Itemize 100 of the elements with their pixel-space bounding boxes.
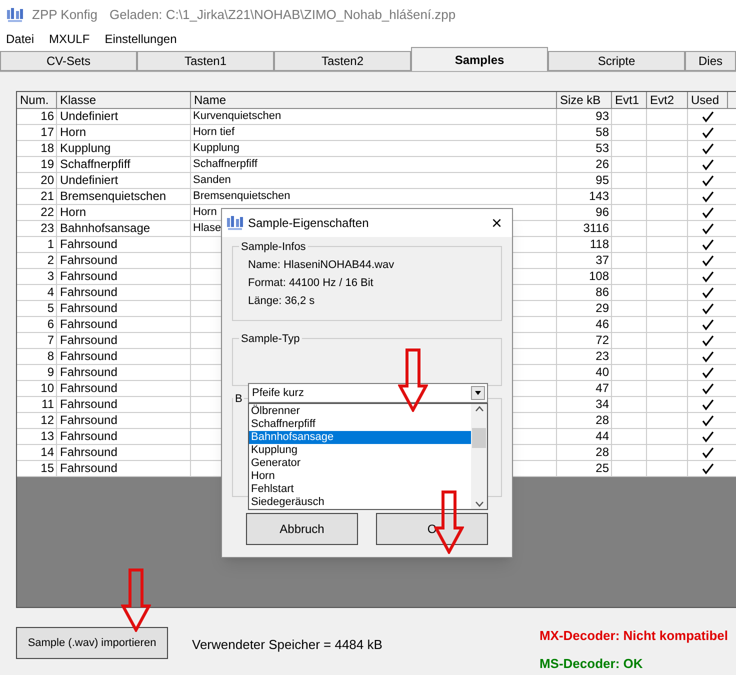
table-cell: Fahrsound [57, 397, 191, 412]
table-cell: 18 [17, 141, 57, 156]
table-cell: Fahrsound [57, 285, 191, 300]
table-cell: 19 [17, 157, 57, 172]
info-text: Name: HlaseniNOHAB44.wav [248, 258, 396, 273]
dropdown-caret-icon [471, 386, 485, 400]
table-cell: Bremsenquietschen [57, 189, 191, 204]
table-cell: Fahrsound [57, 445, 191, 460]
table-cell: 2 [17, 253, 57, 268]
table-cell: Fahrsound [57, 429, 191, 444]
dropdown-option[interactable]: Kupplung [249, 444, 471, 457]
tab[interactable]: Samples [411, 47, 548, 71]
table-cell: 40 [557, 365, 612, 380]
tab[interactable]: CV-Sets [0, 51, 137, 71]
table-cell: 53 [557, 141, 612, 156]
down-arrow-icon [398, 348, 428, 412]
table-cell: Horn [193, 206, 217, 218]
table-cell: 17 [17, 125, 57, 140]
table-cell: 118 [557, 237, 612, 252]
table-cell: Fahrsound [57, 333, 191, 348]
scroll-down-icon[interactable] [474, 501, 484, 507]
dialog-title: Sample-Eigenschaften [248, 215, 369, 232]
decoder-status-text: MS-Decoder: OK [539, 654, 644, 672]
table-cell: 9 [17, 365, 57, 380]
table-cell: Fahrsound [57, 269, 191, 284]
table-cell: Fahrsound [57, 349, 191, 364]
table-cell: 58 [557, 125, 612, 140]
table-cell: 16 [17, 109, 57, 124]
column-header[interactable]: Size kB [557, 92, 612, 108]
table-cell: Fahrsound [57, 381, 191, 396]
table-cell: 95 [557, 173, 612, 188]
table-cell: 93 [557, 109, 612, 124]
column-header[interactable]: Evt2 [647, 92, 688, 108]
app-logo-icon [6, 7, 24, 23]
table-cell: Undefiniert [57, 173, 191, 188]
column-header[interactable]: Num. [17, 92, 57, 108]
tab[interactable]: Tasten1 [137, 51, 274, 71]
table-cell: 26 [557, 157, 612, 172]
column-header[interactable]: Used [688, 92, 728, 108]
table-cell: 3116 [557, 221, 612, 236]
table-cell: Schaffnerpfiff [57, 157, 191, 172]
tab[interactable]: Scripte [548, 51, 685, 71]
table-cell: Fahrsound [57, 413, 191, 428]
table-cell: Kurvenquietschen [193, 110, 282, 122]
table-cell: 1 [17, 237, 57, 252]
table-cell: Hlase [193, 222, 222, 234]
table-cell: Fahrsound [57, 461, 191, 476]
table-cell: 47 [557, 381, 612, 396]
dropdown-option[interactable]: Bahnhofsansage [249, 431, 471, 444]
table-cell: Horn [57, 125, 191, 140]
dropdown-option[interactable]: Siedegeräusch [249, 496, 471, 509]
table-cell: 25 [557, 461, 612, 476]
table-cell: 12 [17, 413, 57, 428]
table-cell: Fahrsound [57, 301, 191, 316]
column-header[interactable]: Evt1 [612, 92, 647, 108]
dropdown-option[interactable]: Fehlstart [249, 483, 471, 496]
table-cell: 7 [17, 333, 57, 348]
table-cell: 15 [17, 461, 57, 476]
group-label: Sample-Infos [239, 239, 308, 256]
table-cell: 3 [17, 269, 57, 284]
table-cell: 72 [557, 333, 612, 348]
dropdown-option[interactable]: Horn [249, 470, 471, 483]
table-cell: 143 [557, 189, 612, 204]
table-cell: 22 [17, 205, 57, 220]
decoder-status-text: MX-Decoder: Nicht kompatibel [539, 627, 728, 645]
scrollbar[interactable] [471, 404, 487, 509]
table-cell: Fahrsound [57, 317, 191, 332]
dropdown-option[interactable]: Generator [249, 457, 471, 470]
table-cell: 20 [17, 173, 57, 188]
group-label: Sample-Typ [239, 331, 302, 348]
tab[interactable]: Dies [685, 51, 736, 71]
column-header[interactable]: Klasse [57, 92, 191, 108]
close-button[interactable]: × [491, 214, 502, 232]
table-cell: Kupplung [193, 142, 240, 154]
table-cell: Fahrsound [57, 253, 191, 268]
import-button[interactable]: Sample (.wav) importieren [16, 627, 168, 659]
table-cell: 44 [557, 429, 612, 444]
tab[interactable]: Tasten2 [274, 51, 411, 71]
scroll-up-icon[interactable] [474, 406, 484, 412]
table-cell: Schaffnerpfiff [193, 158, 258, 170]
type-dropdown[interactable]: Pfeife kurz [248, 383, 488, 403]
down-arrow-icon [434, 490, 464, 554]
table-cell: 23 [557, 349, 612, 364]
menu-item[interactable]: Datei [6, 30, 34, 48]
window-title: ZPP Konfig [32, 6, 98, 24]
info-text: Länge: 36,2 s [248, 294, 316, 309]
table-cell: 13 [17, 429, 57, 444]
dropdown-option[interactable]: Ölbrenner [249, 405, 471, 418]
menu-item[interactable]: MXULF [49, 30, 90, 48]
table-cell: Sanden [193, 174, 231, 186]
table-cell: 28 [557, 445, 612, 460]
column-header[interactable]: Name [191, 92, 557, 108]
scroll-thumb[interactable] [472, 428, 486, 448]
table-cell: 8 [17, 349, 57, 364]
dropdown-option[interactable]: Schaffnerpfiff [249, 418, 471, 431]
table-cell: 10 [17, 381, 57, 396]
dialog-button[interactable]: Abbruch [246, 513, 358, 545]
down-arrow-icon [121, 568, 151, 632]
menu-item[interactable]: Einstellungen [104, 30, 177, 48]
table-cell: Bremsenquietschen [193, 190, 290, 202]
